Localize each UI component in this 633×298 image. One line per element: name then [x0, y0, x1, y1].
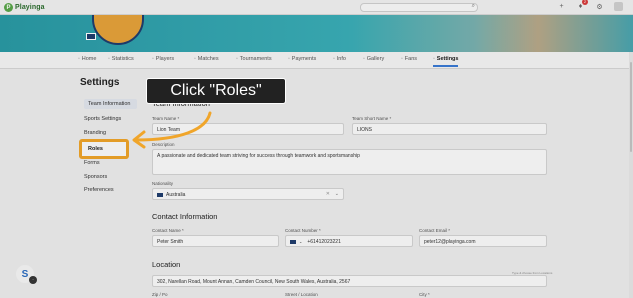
tab-payments[interactable]: ▫ Payments — [288, 56, 316, 62]
location-heading: Location — [152, 260, 181, 269]
top-bar: P Playinga ⌕ + ♦ 2 ⚙ — [0, 0, 633, 15]
contact-name-field[interactable]: Peter Smith — [152, 235, 279, 247]
short-name-field[interactable]: LIONS — [352, 123, 547, 135]
tab-label: Home — [81, 56, 97, 62]
players-icon: ▫ — [152, 56, 154, 62]
fans-icon: ▫ — [401, 56, 403, 62]
tab-label: Tournaments — [239, 56, 272, 62]
sidebar-item-roles-label: Roles — [88, 146, 103, 152]
contact-heading: Contact Information — [152, 212, 218, 221]
short-name-label: Team Short Name * — [352, 116, 392, 121]
zip-label: Zip / Po — [152, 292, 168, 297]
tab-tournaments[interactable]: ▫ Tournaments — [236, 56, 272, 62]
plus-icon[interactable]: + — [557, 2, 566, 11]
payments-icon: ▫ — [288, 56, 290, 62]
home-icon: ▫ — [78, 56, 80, 62]
tab-players[interactable]: ▫ Players — [152, 56, 174, 62]
notification-badge: 2 — [582, 0, 588, 5]
address-field[interactable]: 302, Narellan Road, Mount Annan, Camden … — [152, 275, 547, 287]
scrollbar-thumb[interactable] — [630, 62, 632, 152]
tab-fans[interactable]: ▫ Fans — [401, 56, 417, 62]
contact-number-label: Contact Number * — [285, 228, 321, 233]
tab-label: Settings — [436, 56, 459, 62]
team-banner — [0, 15, 633, 52]
tutorial-callout: Click "Roles" — [146, 78, 286, 104]
scrollbar[interactable] — [629, 52, 633, 298]
team-tabs: ▫ Home ▫ Statistics ▫ Players ▫ Matches ▫ Tournam… — [0, 52, 633, 69]
tab-label: Payments — [291, 56, 317, 62]
contact-name-label: Contact Name * — [152, 228, 184, 233]
tab-home[interactable]: ▫ Home — [78, 56, 96, 62]
search-icon: ⌕ — [471, 3, 475, 9]
nationality-select[interactable]: Australia ✕ ⌄ — [152, 188, 344, 200]
chevron-down-icon[interactable]: ⌄ — [299, 239, 302, 244]
help-logo-icon: S — [21, 268, 29, 280]
nationality-label: Nationality — [152, 181, 174, 186]
street-label: Street / Location — [285, 292, 318, 297]
logo-icon: P — [4, 3, 13, 12]
flag-icon — [86, 33, 96, 40]
contact-email-label: Contact Email * — [419, 228, 451, 233]
info-icon: ▫ — [333, 56, 335, 62]
contact-number-value: +61412023221 — [307, 239, 341, 245]
help-widget-button[interactable]: S ⋅ — [16, 265, 37, 284]
city-label: City * — [419, 292, 430, 297]
tab-statistics[interactable]: ▫ Statistics — [108, 56, 134, 62]
contact-email-field[interactable]: peter12@playinga.com — [419, 235, 547, 247]
tab-label: Info — [336, 56, 346, 62]
sidebar-item-forms[interactable]: Forms — [84, 160, 100, 166]
chevron-down-icon[interactable]: ⌄ — [335, 191, 339, 197]
gear-icon: ▫ — [433, 56, 435, 62]
sidebar-item-sports-settings[interactable]: Sports Settings — [84, 116, 121, 122]
tab-matches[interactable]: ▫ Matches — [194, 56, 219, 62]
tab-label: Players — [155, 56, 175, 62]
flag-icon — [157, 192, 163, 197]
trophy-icon: ▫ — [236, 56, 238, 62]
nationality-value: Australia — [166, 192, 186, 198]
clear-icon[interactable]: ✕ — [326, 191, 330, 197]
description-field[interactable]: A passionate and dedicated team striving… — [152, 149, 547, 175]
bell-icon[interactable]: ♦ 2 — [576, 0, 588, 11]
tab-label: Gallery — [366, 56, 385, 62]
app-logo[interactable]: P Playinga — [4, 2, 45, 13]
sidebar-item-sponsors[interactable]: Sponsors — [84, 174, 107, 180]
search-input[interactable]: ⌕ — [360, 3, 478, 12]
matches-icon: ▫ — [194, 56, 196, 62]
tab-label: Matches — [197, 56, 219, 62]
tab-settings[interactable]: ▫ Settings — [433, 56, 459, 67]
tab-info[interactable]: ▫ Info — [333, 56, 346, 62]
sidebar-item-team-information[interactable]: Team Information — [84, 99, 137, 109]
tab-label: Statistics — [111, 56, 134, 62]
settings-title: Settings — [80, 77, 120, 88]
avatar[interactable] — [614, 2, 623, 11]
settings-icon[interactable]: ⚙ — [595, 2, 604, 11]
flag-icon — [290, 239, 296, 244]
gallery-icon: ▫ — [363, 56, 365, 62]
team-crest — [92, 15, 144, 45]
tab-label: Fans — [404, 56, 418, 62]
sidebar-item-preferences[interactable]: Preferences — [84, 187, 114, 193]
help-badge-icon: ⋅ — [29, 276, 37, 284]
tab-gallery[interactable]: ▫ Gallery — [363, 56, 384, 62]
tutorial-arrow-icon — [132, 111, 212, 149]
contact-number-field[interactable]: ⌄ +61412023221 — [285, 235, 413, 247]
logo-text: Playinga — [15, 4, 45, 11]
chart-icon: ▫ — [108, 56, 110, 62]
sidebar-item-branding[interactable]: Branding — [84, 130, 106, 136]
